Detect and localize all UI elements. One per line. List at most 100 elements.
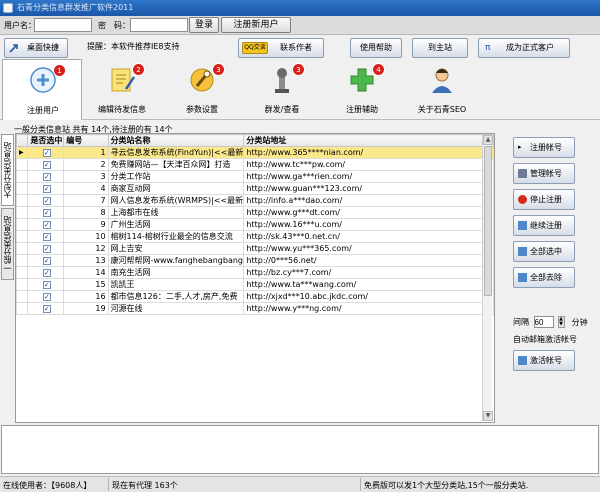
continue-register-button[interactable]: 继续注册: [513, 215, 575, 236]
row-checkbox[interactable]: ✓: [27, 170, 65, 183]
row-site-url: http://www.ta***wang.com/: [243, 278, 494, 291]
checkbox-check-icon[interactable]: ✓: [42, 305, 51, 313]
table-row[interactable]: ✓ 3 分类工作站 http://www.ga***rien.com/: [16, 170, 494, 183]
column-header-id[interactable]: 编号: [63, 134, 109, 147]
interval-unit: 分钟: [571, 317, 588, 327]
tool-edit-message[interactable]: 2 编辑待发信息: [82, 59, 162, 119]
row-checkbox[interactable]: ✓: [27, 290, 65, 303]
tool-label: 关于石青SEO: [417, 105, 467, 114]
row-checkbox[interactable]: ✓: [27, 194, 65, 207]
checkbox-check-icon[interactable]: ✓: [42, 185, 51, 193]
manage-account-button[interactable]: 管理帐号: [513, 163, 575, 184]
table-row[interactable]: ✓ 7 网人信息发布系统(WRMPS)|<<最新 http://info.a***da…: [16, 194, 494, 207]
checkbox-check-icon[interactable]: ✓: [42, 161, 51, 169]
checkbox-check-icon[interactable]: ✓: [42, 257, 51, 265]
column-header-selected[interactable]: 是否选中: [27, 134, 65, 147]
online-users-status: 在线使用者：【9608人】: [3, 481, 92, 490]
tool-parameter-settings[interactable]: 3 参数设置: [162, 59, 242, 119]
log-output-area[interactable]: [1, 425, 599, 474]
row-site-url: http://www.tc***pw.com/: [243, 158, 494, 171]
desktop-shortcut-button[interactable]: 桌面快捷: [4, 38, 68, 58]
row-indicator: [16, 278, 29, 291]
usage-help-button[interactable]: 使用帮助: [350, 38, 402, 58]
stop-register-button[interactable]: 停止注册: [513, 189, 575, 210]
table-row[interactable]: ✓ 15 凯凯王 http://www.ta***wang.com/: [16, 278, 494, 291]
table-row[interactable]: ✓ 16 都市信息126：二手,人才,房产,免费 http://xjxd***10.a…: [16, 290, 494, 303]
row-checkbox[interactable]: ✓: [27, 182, 65, 195]
row-indicator-header: [16, 134, 29, 147]
table-scrollbar[interactable]: ▲ ▼: [482, 135, 493, 421]
activate-account-button[interactable]: 激活帐号: [513, 350, 575, 371]
checkbox-check-icon[interactable]: ✓: [42, 197, 51, 205]
checkbox-check-icon[interactable]: ✓: [42, 221, 51, 229]
checkbox-check-icon[interactable]: ✓: [42, 149, 51, 157]
title-bar: 石青分类信息群发推广软件2011: [0, 0, 600, 16]
row-checkbox[interactable]: ✓: [27, 218, 65, 231]
tool-broadcast-view[interactable]: 3 群发/查看: [242, 59, 322, 119]
checkbox-check-icon[interactable]: ✓: [42, 269, 51, 277]
table-row[interactable]: ✓ 12 网上吉安 http://www.yu***365.com/: [16, 242, 494, 255]
tool-about[interactable]: 关于石青SEO: [402, 59, 482, 119]
row-checkbox[interactable]: ✓: [27, 278, 65, 291]
row-site-name: 南充生活网: [107, 266, 245, 279]
table-row[interactable]: ✓ 14 南充生活网 http://bz.cy***7.com/: [16, 266, 494, 279]
row-checkbox[interactable]: ✓: [27, 302, 65, 315]
row-checkbox[interactable]: ✓: [27, 242, 65, 255]
login-button[interactable]: 登录: [189, 17, 219, 33]
tab-general-sites[interactable]: 一般分类信息站: [1, 208, 14, 280]
interval-spinner-icon[interactable]: ▲ ▼: [558, 316, 566, 328]
password-input[interactable]: [130, 18, 188, 32]
contact-author-button[interactable]: QQ交谈 联系作者: [238, 38, 324, 58]
tool-register-user[interactable]: 1 注册用户: [2, 59, 82, 120]
table-row[interactable]: ✓ 8 上海都市在线 http://www.g***dt.com/: [16, 206, 494, 219]
row-checkbox[interactable]: ✓: [27, 254, 65, 267]
become-customer-button[interactable]: π 成为正式客户: [478, 38, 570, 58]
table-row[interactable]: ✓ 13 康河帮帮网-www.fanghebangbang http://0***56…: [16, 254, 494, 267]
table-row[interactable]: ✓ 2 免费赚网站—【天津百众网】打造 http://www.tc***pw.com/: [16, 158, 494, 171]
row-site-url: http://www.y***ng.com/: [243, 302, 494, 315]
free-version-status: 免费版可以发1个大型分类站,15个一般分类站.: [364, 481, 529, 490]
row-checkbox[interactable]: ✓: [27, 230, 65, 243]
table-header-row: 是否选中 编号 分类站名称 分类站地址: [16, 134, 494, 147]
tab-large-sites[interactable]: 大型分类信息站: [1, 134, 14, 206]
auto-activate-label: 自动邮箱激活帐号: [513, 335, 577, 344]
tool-label: 注册用户: [27, 106, 59, 115]
table-row[interactable]: ✓ 19 河源在线 http://www.y***ng.com/: [16, 302, 494, 315]
checkbox-check-icon[interactable]: ✓: [42, 173, 51, 181]
row-id: 16: [63, 290, 109, 303]
tool-register-assist[interactable]: 4 注册辅助: [322, 59, 402, 119]
checkbox-check-icon[interactable]: ✓: [42, 209, 51, 217]
row-site-name: 康河帮帮网-www.fanghebangbang: [107, 254, 245, 267]
table-row[interactable]: ✓ 10 榕树114-榕树行业最全的信息交流 http://sk.43***0.net…: [16, 230, 494, 243]
become-customer-label: 成为正式客户: [506, 43, 554, 52]
stop-icon: [518, 195, 527, 204]
row-checkbox[interactable]: ✓: [27, 146, 65, 159]
checkbox-check-icon[interactable]: ✓: [42, 281, 51, 289]
interval-input[interactable]: [533, 316, 554, 328]
scroll-thumb[interactable]: [484, 146, 492, 296]
goto-main-site-button[interactable]: 到主站: [412, 38, 468, 58]
scroll-down-icon[interactable]: ▼: [483, 411, 493, 421]
column-header-name[interactable]: 分类站名称: [107, 134, 245, 147]
table-row[interactable]: ▶ ✓ 1 寻云信息发布系统(FindYun)|<<最新 http://www.365*…: [16, 146, 494, 159]
deselect-all-button[interactable]: 全部去除: [513, 267, 575, 288]
table-row[interactable]: ✓ 9 广州生活网 http://www.16***u.com/: [16, 218, 494, 231]
notice-text: 提醒：本软件推荐IE8支持: [87, 42, 180, 51]
row-checkbox[interactable]: ✓: [27, 206, 65, 219]
checkbox-check-icon[interactable]: ✓: [42, 245, 51, 253]
table-row[interactable]: ✓ 4 商家互动网 http://www.guan***123.com/: [16, 182, 494, 195]
row-checkbox[interactable]: ✓: [27, 158, 65, 171]
row-site-url: http://www.16***u.com/: [243, 218, 494, 231]
username-input[interactable]: [34, 18, 92, 32]
column-header-url[interactable]: 分类站地址: [243, 134, 494, 147]
step-badge: 3: [292, 63, 305, 76]
step-badge: 1: [53, 64, 66, 77]
scroll-up-icon[interactable]: ▲: [483, 135, 493, 145]
register-new-user-button[interactable]: 注册新用户: [221, 17, 291, 33]
register-account-button[interactable]: ▸ 注册帐号: [513, 137, 575, 158]
select-all-button[interactable]: 全部选中: [513, 241, 575, 262]
row-checkbox[interactable]: ✓: [27, 266, 65, 279]
checkbox-check-icon[interactable]: ✓: [42, 233, 51, 241]
site-table-body: ▶ ✓ 1 寻云信息发布系统(FindYun)|<<最新 http://www.365*…: [16, 146, 494, 315]
checkbox-check-icon[interactable]: ✓: [42, 293, 51, 301]
